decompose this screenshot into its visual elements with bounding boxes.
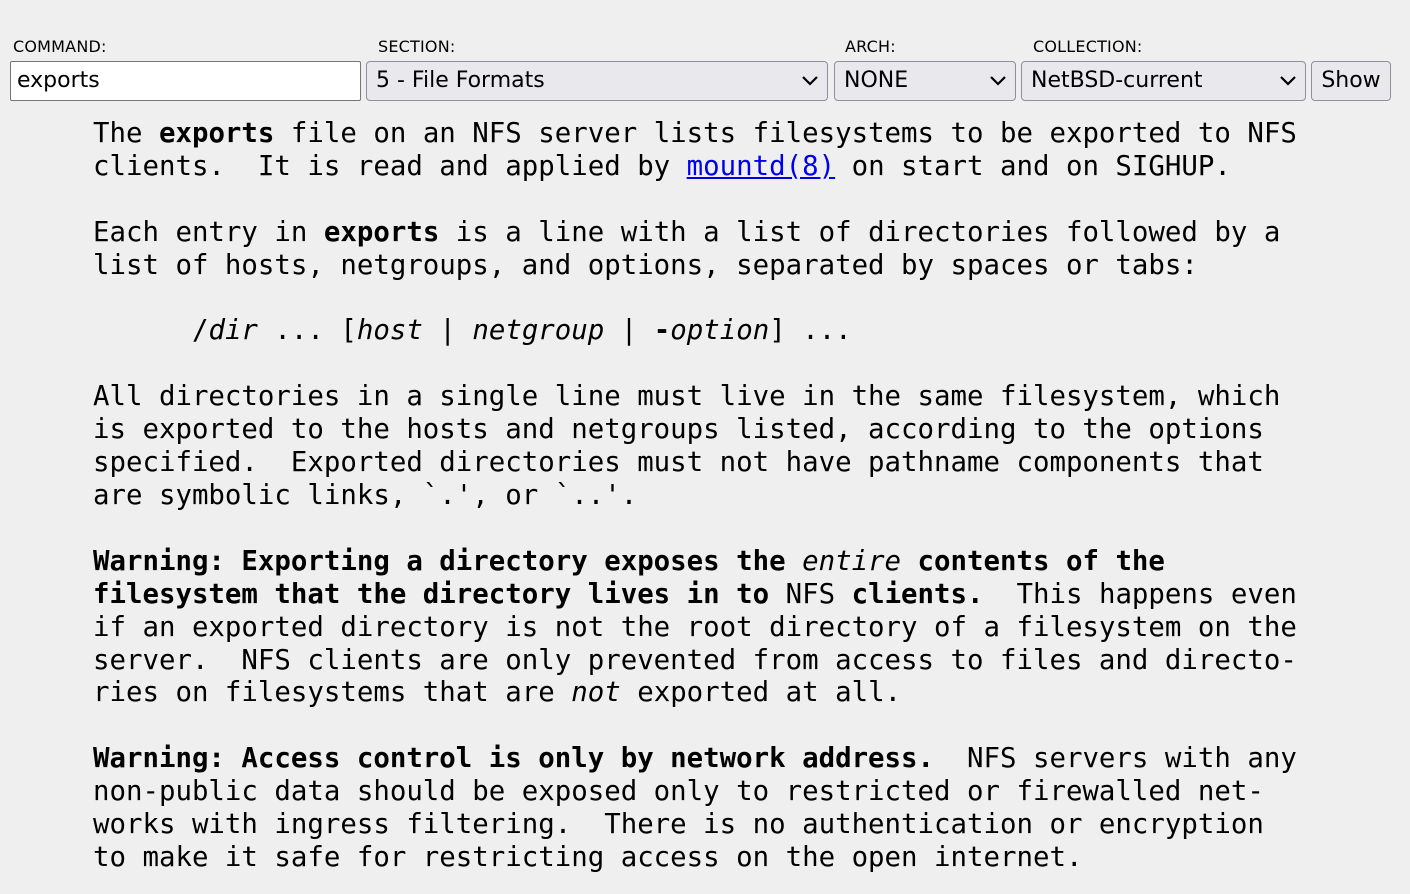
chevron-down-icon [802,76,818,86]
syntax-option: option [670,315,770,347]
text: ] ... [769,315,852,347]
collection-label: COLLECTION: [1033,37,1143,56]
text: / [191,315,209,347]
command-input[interactable]: exports [10,61,361,101]
command-input-value: exports [17,68,100,93]
para-intro: The exports file on an NFS server lists … [93,118,1297,182]
warning-bold: Warning: Exporting a directory exposes t… [93,545,803,577]
text: Each entry in [93,216,324,248]
warning-access-control: Warning: Access control is only by netwo… [93,743,1297,873]
section-select[interactable]: 5 - File Formats [366,61,828,101]
warning-exposure: Warning: Exporting a directory exposes t… [93,546,1297,709]
chevron-down-icon [990,76,1006,86]
text: | [604,315,654,347]
warning-bold: Warning: Access control is only by netwo… [93,743,935,775]
filename-bold: exports [158,118,275,149]
section-label: SECTION: [378,37,456,56]
arch-label: ARCH: [845,37,896,56]
text: | [422,315,473,347]
emphasis: not [571,677,621,709]
text: NFS [785,578,836,610]
section-select-value: 5 - File Formats [376,68,545,93]
warning-bold: clients. [835,578,984,610]
text: on start and on SIGHUP. [835,150,1231,182]
command-label: COMMAND: [13,37,107,56]
arch-select-value: NONE [844,68,909,93]
chevron-down-icon [1280,76,1296,86]
text: The [93,118,159,149]
syntax-dash: - [653,315,671,347]
filename-bold: exports [323,216,440,248]
collection-select-value: NetBSD-current [1031,68,1203,93]
syntax-host: host [356,315,423,347]
para-directories: All directories in a single line must li… [93,381,1281,511]
text: exported at all. [620,677,902,709]
text: ... [ [257,315,357,347]
arch-select[interactable]: NONE [834,61,1016,101]
syntax-netgroup: netgroup [472,315,605,347]
mountd-link[interactable]: mountd(8) [687,151,835,182]
emphasis: entire [802,545,902,577]
para-entry-format: Each entry in exports is a line with a l… [93,217,1280,281]
syntax-line: /dir ... [host | netgroup | -option] ... [93,315,852,346]
collection-select[interactable]: NetBSD-current [1021,61,1306,101]
syntax-dir: dir [208,315,258,347]
show-button[interactable]: Show [1311,61,1391,101]
man-page-content: The exports file on an NFS server lists … [93,118,1297,875]
